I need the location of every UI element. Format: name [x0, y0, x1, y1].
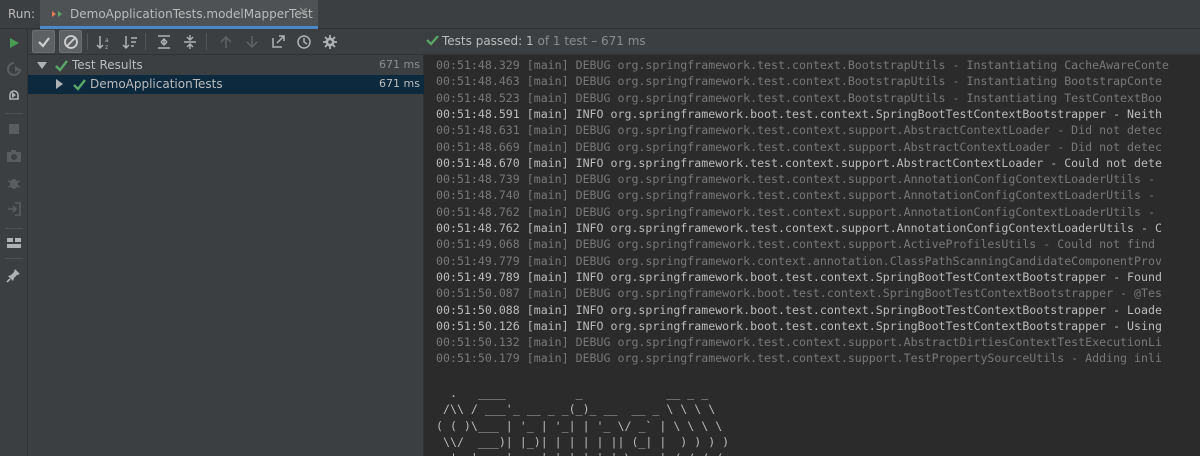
tree-label: DemoApplicationTests — [90, 77, 223, 91]
log-line: 00:51:50.126 [main] INFO org.springframe… — [436, 318, 1162, 333]
history-icon — [296, 34, 311, 49]
status-prefix: Tests passed: — [442, 34, 523, 48]
sort-alpha-icon: az — [95, 35, 109, 50]
stop-icon[interactable] — [4, 119, 24, 139]
log-line: 00:51:50.179 [main] DEBUG org.springfram… — [436, 351, 1162, 366]
export-button[interactable] — [266, 30, 289, 53]
expand-all-icon — [157, 34, 170, 49]
log-line: 00:51:50.132 [main] DEBUG org.springfram… — [436, 335, 1162, 350]
spring-banner: . ____ _ __ _ _ /\\ / ___'_ __ _ _(_)_ _… — [436, 386, 730, 456]
toolbar-divider — [145, 33, 146, 50]
status-count: 1 — [526, 34, 534, 48]
log-line: 00:51:48.762 [main] DEBUG org.springfram… — [436, 204, 1162, 219]
next-failed-button[interactable] — [240, 30, 263, 53]
close-icon[interactable]: ✕ — [298, 5, 309, 20]
collapse-all-icon — [183, 34, 196, 49]
test-toolbar: az Tests passed: 1 of 1 test – 671 ms — [28, 29, 1200, 55]
log-line: 00:51:48.670 [main] INFO org.springframe… — [436, 155, 1162, 170]
svg-text:a: a — [105, 37, 109, 44]
show-passed-icon — [37, 36, 50, 48]
tree-time: 671 ms — [379, 77, 420, 90]
toolbar-divider — [87, 33, 88, 50]
log-line: 00:51:48.463 [main] DEBUG org.springfram… — [436, 74, 1162, 89]
settings-icon — [322, 34, 337, 49]
layout-icon[interactable] — [4, 233, 24, 253]
log-line: 00:51:48.669 [main] DEBUG org.springfram… — [436, 139, 1162, 154]
log-line: 00:51:48.591 [main] INFO org.springframe… — [436, 106, 1162, 121]
show-passed-button[interactable] — [32, 30, 55, 53]
check-icon — [426, 35, 439, 46]
log-line: 00:51:48.523 [main] DEBUG org.springfram… — [436, 90, 1162, 105]
sort-duration-icon — [121, 35, 137, 49]
test-tree: Test Results 671 ms DemoApplicationTests… — [28, 55, 424, 456]
chevron-right-icon[interactable] — [56, 79, 63, 89]
log-line: 00:51:48.739 [main] DEBUG org.springfram… — [436, 172, 1162, 187]
settings-button[interactable] — [318, 30, 341, 53]
sort-alpha-button[interactable]: az — [92, 30, 115, 53]
console-output[interactable]: 00:51:48.329 [main] DEBUG org.springfram… — [425, 55, 1200, 456]
rerun-failed-icon[interactable] — [4, 59, 24, 79]
check-icon — [55, 60, 68, 72]
collapse-all-button[interactable] — [178, 30, 201, 53]
expand-all-button[interactable] — [152, 30, 175, 53]
check-icon — [73, 79, 86, 91]
export-icon — [271, 34, 285, 48]
run-label: Run: — [8, 7, 36, 21]
toolbar-divider — [5, 113, 23, 114]
left-toolbar — [0, 29, 28, 456]
log-line: 00:51:48.762 [main] INFO org.springframe… — [436, 221, 1162, 235]
sort-duration-button[interactable] — [118, 30, 141, 53]
log-line: 00:51:49.779 [main] DEBUG org.springfram… — [436, 253, 1162, 268]
previous-failed-button[interactable] — [214, 30, 237, 53]
show-ignored-icon — [63, 34, 78, 49]
log-line: 00:51:50.087 [main] DEBUG org.springfram… — [436, 286, 1162, 301]
tree-row-test-results[interactable]: Test Results 671 ms — [28, 56, 424, 75]
next-failed-icon — [245, 35, 258, 48]
test-run-config-icon — [52, 11, 62, 17]
log-line: 00:51:48.329 [main] DEBUG org.springfram… — [436, 58, 1169, 72]
exit-icon[interactable] — [4, 199, 24, 219]
debug-icon[interactable] — [4, 173, 24, 193]
log-line: 00:51:48.631 [main] DEBUG org.springfram… — [436, 123, 1162, 138]
log-line: 00:51:50.088 [main] INFO org.springframe… — [436, 302, 1162, 317]
toolbar-divider — [206, 33, 207, 50]
previous-failed-icon — [219, 35, 232, 48]
toolbar-divider — [5, 228, 23, 229]
test-status: Tests passed: 1 of 1 test – 671 ms — [426, 34, 646, 48]
tree-row-demo-application-tests[interactable]: DemoApplicationTests 671 ms — [28, 75, 424, 94]
run-tab-title: DemoApplicationTests.modelMapperTest — [70, 7, 313, 21]
toolbar-divider — [5, 258, 23, 259]
history-button[interactable] — [292, 30, 315, 53]
chevron-down-icon[interactable] — [37, 62, 47, 69]
log-line: 00:51:48.740 [main] DEBUG org.springfram… — [436, 188, 1162, 203]
rerun-icon[interactable] — [4, 33, 24, 53]
tree-time: 671 ms — [379, 58, 420, 71]
pin-icon[interactable] — [4, 265, 24, 285]
show-ignored-button[interactable] — [59, 30, 82, 53]
status-suffix: of 1 test – 671 ms — [537, 34, 646, 48]
toggle-auto-test-icon[interactable] — [4, 85, 24, 105]
log-line: 00:51:49.789 [main] INFO org.springframe… — [436, 269, 1162, 284]
run-tab-bar: Run: DemoApplicationTests.modelMapperTes… — [0, 0, 1200, 29]
run-tab[interactable]: DemoApplicationTests.modelMapperTest ✕ — [40, 0, 318, 29]
svg-text:z: z — [105, 44, 108, 50]
screenshot-icon[interactable] — [4, 146, 24, 166]
log-line: 00:51:49.068 [main] DEBUG org.springfram… — [436, 237, 1162, 252]
tree-label: Test Results — [72, 58, 143, 72]
